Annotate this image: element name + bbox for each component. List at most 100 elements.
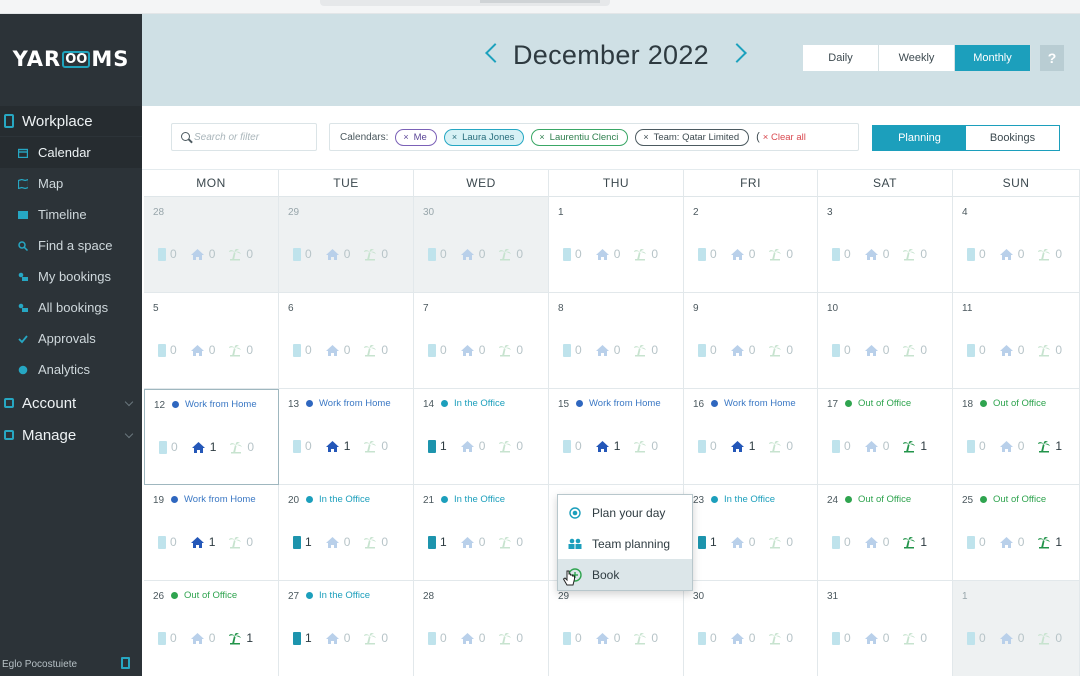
section-manage[interactable]: Manage [0, 420, 142, 450]
calendar-day-cell[interactable]: 29 0 0 0 [549, 581, 684, 676]
desk-counter: 0 [698, 439, 717, 453]
logout-icon[interactable] [121, 657, 130, 669]
team-planning-option[interactable]: Team planning [558, 528, 692, 559]
sidebar-item-map[interactable]: Map [0, 168, 142, 199]
day-counters: 000 [698, 247, 806, 261]
calendar-chip-me[interactable]: × Me [395, 128, 437, 146]
out-of-office-icon [633, 632, 647, 645]
day-status: Work from Home [306, 398, 391, 409]
section-manage-label: Manage [22, 426, 77, 444]
sidebar-item-calendar[interactable]: Calendar [0, 137, 142, 168]
calendar-day-cell[interactable]: 1000 [549, 197, 684, 293]
sidebar-item-timeline[interactable]: Timeline [0, 199, 142, 230]
help-button[interactable]: ? [1040, 45, 1064, 71]
calendar-day-cell[interactable]: 23 In the Office 1 0 0 [684, 485, 818, 581]
calendar-day-cell[interactable]: 7000 [414, 293, 549, 389]
calendar-chip-team[interactable]: × Team: Qatar Limited [635, 128, 750, 146]
remove-chip-icon[interactable]: × [452, 132, 457, 142]
calendar-day-cell[interactable]: 31 0 0 0 [818, 581, 953, 676]
home-counter: 1 [190, 535, 215, 549]
book-option[interactable]: Book [558, 559, 692, 590]
home-counter: 1 [325, 439, 350, 453]
desk-icon [428, 631, 436, 645]
calendar-day-cell[interactable]: 6000 [279, 293, 414, 389]
calendar-day-cell[interactable]: 10 0 0 0 [818, 293, 953, 389]
day-number: 3 [827, 207, 833, 218]
calendar-day-cell[interactable]: 30 0 0 0 [684, 581, 818, 676]
calendar-day-cell[interactable]: 28 0 0 0 [414, 581, 549, 676]
day-number: 7 [423, 303, 429, 314]
out-of-office-counter: 1 [1037, 535, 1062, 549]
section-account[interactable]: Account [0, 388, 142, 418]
calendar-day-cell[interactable]: 15 Work from Home 0 1 0 [549, 389, 684, 485]
calendar-day-cell[interactable]: 16 Work from Home 0 1 0 [684, 389, 818, 485]
calendar-day-cell[interactable]: 4000 [953, 197, 1080, 293]
home-counter: 0 [460, 535, 485, 549]
calendar-day-cell[interactable]: 5000 [144, 293, 279, 389]
calendar-day-cell[interactable]: 12 Work from Home 0 1 0 [144, 389, 279, 485]
out-of-office-counter: 1 [1037, 439, 1062, 453]
out-of-office-icon [363, 632, 377, 645]
calendar-day-cell[interactable]: 1000 [953, 581, 1080, 676]
desk-icon [698, 247, 706, 261]
calendar-day-cell[interactable]: 20 In the Office 1 0 0 [279, 485, 414, 581]
remove-chip-icon[interactable]: × [539, 132, 544, 142]
remove-chip-icon[interactable]: × [643, 132, 648, 142]
sidebar-item-analytics[interactable]: Analytics [0, 354, 142, 385]
home-icon [864, 344, 879, 357]
plan-day-icon [568, 506, 582, 520]
day-number: 20 [288, 495, 300, 506]
status-label: Work from Home [724, 398, 796, 409]
day-number: 2 [693, 207, 699, 218]
calendar-day-cell[interactable]: 27 In the Office 1 0 0 [279, 581, 414, 676]
day-number: 27 [288, 591, 300, 602]
status-label: In the Office [319, 494, 371, 505]
calendar-day-cell[interactable]: 25 Out of Office 0 0 1 [953, 485, 1080, 581]
section-workplace[interactable]: Workplace [0, 106, 142, 136]
calendar-day-cell[interactable]: 24 Out of Office 0 0 1 [818, 485, 953, 581]
calendar-day-cell[interactable]: 2000 [684, 197, 818, 293]
home-counter: 0 [864, 631, 889, 645]
bookings-mode-button[interactable]: Bookings [966, 126, 1059, 150]
out-of-office-icon [1037, 632, 1051, 645]
remove-chip-icon[interactable]: × [403, 132, 408, 142]
view-monthly-button[interactable]: Monthly [955, 45, 1031, 71]
planning-mode-button[interactable]: Planning [873, 126, 966, 150]
calendar-day-cell[interactable]: 9000 [684, 293, 818, 389]
view-weekly-button[interactable]: Weekly [879, 45, 955, 71]
calendar-chip-laurentiu[interactable]: × Laurentiu Clenci [531, 128, 629, 146]
calendar-day-cell[interactable]: 19 Work from Home 0 1 0 [144, 485, 279, 581]
sidebar-item-all-bookings[interactable]: All bookings [0, 292, 142, 323]
clear-all-link[interactable]: × Clear all [763, 132, 806, 143]
user-profile[interactable]: Eglo Pocostuiete [0, 654, 142, 674]
calendar-chip-laura[interactable]: × Laura Jones [443, 128, 525, 146]
yarooms-logo[interactable]: YAR OO MS [0, 14, 142, 104]
calendar-day-cell[interactable]: 14 In the Office 1 0 0 [414, 389, 549, 485]
calendar-day-cell[interactable]: 13 Work from Home 0 1 0 [279, 389, 414, 485]
sidebar-item-my-bookings[interactable]: My bookings [0, 261, 142, 292]
day-action-menu: Plan your day Team planning Book [557, 494, 693, 591]
home-icon [999, 344, 1014, 357]
search-input[interactable]: Search or filter [171, 123, 317, 151]
view-daily-button[interactable]: Daily [803, 45, 879, 71]
calendar-day-cell[interactable]: 28 0 0 0 [144, 197, 279, 293]
calendar-day-cell[interactable]: 3000 [818, 197, 953, 293]
sidebar-item-find-a-space[interactable]: Find a space [0, 230, 142, 261]
out-of-office-icon [498, 248, 512, 261]
day-counters: 000 [967, 343, 1075, 357]
home-counter: 0 [864, 439, 889, 453]
calendar-day-cell[interactable]: 11 0 0 0 [953, 293, 1080, 389]
status-dot [980, 400, 987, 407]
weekday-header: WED [414, 170, 549, 197]
calendar-day-cell[interactable]: 30 0 0 0 [414, 197, 549, 293]
sidebar-item-approvals[interactable]: Approvals [0, 323, 142, 354]
plan-your-day-option[interactable]: Plan your day [558, 497, 692, 528]
calendar-day-cell[interactable]: 8000 [549, 293, 684, 389]
calendar-day-cell[interactable]: 26 Out of Office 0 0 1 [144, 581, 279, 676]
calendar-day-cell[interactable]: 29 0 0 0 [279, 197, 414, 293]
home-icon [730, 632, 745, 645]
calendar-day-cell[interactable]: 17 Out of Office 0 0 1 [818, 389, 953, 485]
calendar-day-cell[interactable]: 18 Out of Office 0 0 1 [953, 389, 1080, 485]
out-of-office-counter: 0 [902, 247, 927, 261]
calendar-day-cell[interactable]: 21 In the Office 1 0 0 [414, 485, 549, 581]
